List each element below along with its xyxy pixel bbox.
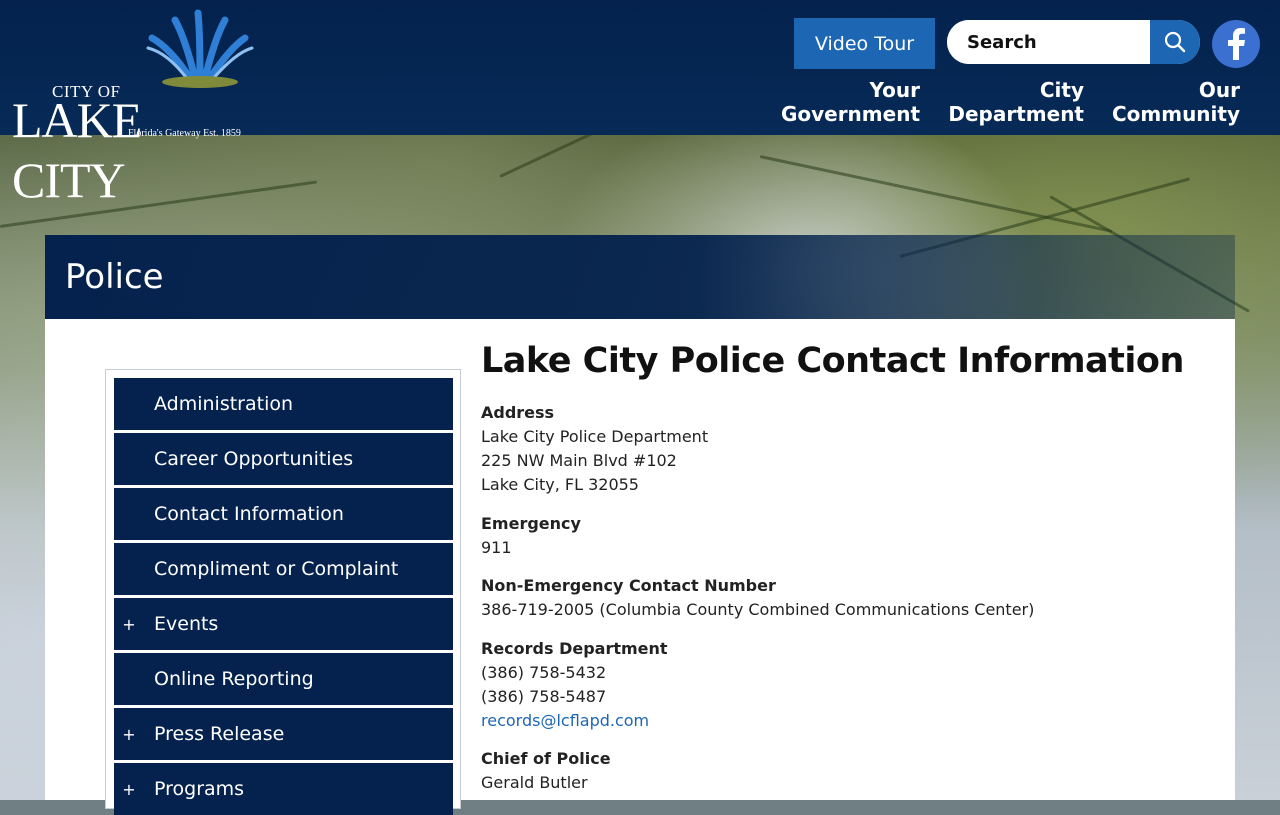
content-panel: Administration Career Opportunities Cont… [45,319,1235,815]
plus-icon[interactable]: + [122,615,136,634]
sidenav-item-label: Compliment or Complaint [154,558,399,580]
nav-label-line2: Government [780,102,920,126]
section-sidenav: Administration Career Opportunities Cont… [105,369,461,815]
records-label: Records Department [481,639,668,658]
sidenav-item-programs[interactable]: + Programs [114,763,453,815]
records-phone: (386) 758-5432 [481,663,607,682]
logo-tagline: Florida's Gateway Est. 1859 [128,128,241,139]
non-emergency-label: Non-Emergency Contact Number [481,576,776,595]
chief-label: Chief of Police [481,749,611,768]
sidenav-item-label: Career Opportunities [154,448,354,470]
content-heading: Lake City Police Contact Information [481,341,1184,381]
nav-label-line1: Your [869,78,921,102]
chief-block: Chief of Police Gerald Butler [481,747,611,795]
non-emergency-value: 386-719-2005 (Columbia County Combined C… [481,600,1035,619]
chief-name: Gerald Butler [481,773,588,792]
records-block: Records Department (386) 758-5432 (386) … [481,637,668,733]
sidenav-item-label: Press Release [154,723,285,745]
logo-name: LAKE CITY [12,92,142,208]
sidenav-item-events[interactable]: + Events [114,598,453,650]
emergency-label: Emergency [481,514,581,533]
sidenav-item-label: Contact Information [154,503,344,525]
plus-icon[interactable]: + [122,725,136,744]
nav-label-line1: Our [1198,78,1240,102]
sidenav-item-label: Administration [154,393,294,415]
sidenav-item-compliment-or-complaint[interactable]: Compliment or Complaint [114,543,453,595]
emergency-value: 911 [481,538,512,557]
search-input[interactable] [947,20,1150,64]
city-logo[interactable]: CITY OF LAKE CITY Florida's Gateway Est.… [10,8,254,208]
sidenav-item-career-opportunities[interactable]: Career Opportunities [114,433,453,485]
plus-icon[interactable]: + [122,780,136,799]
nav-label-line1: City [1039,78,1084,102]
address-line: Lake City, FL 32055 [481,475,639,494]
page-title-bar: Police [45,235,1235,319]
nav-label-line2: Department [948,102,1084,126]
emergency-block: Emergency 911 [481,512,581,560]
search-button[interactable] [1150,20,1200,64]
sidenav-item-label: Programs [154,778,245,800]
non-emergency-block: Non-Emergency Contact Number 386-719-200… [481,574,1034,622]
search-box [947,20,1200,64]
address-line: 225 NW Main Blvd #102 [481,451,677,470]
sidenav-item-administration[interactable]: Administration [114,378,453,430]
records-email-link[interactable]: records@lcflapd.com [481,711,649,730]
address-label: Address [481,403,555,422]
search-icon [1164,31,1186,53]
nav-your-government[interactable]: Your Government [770,78,920,126]
facebook-link[interactable] [1212,20,1260,68]
video-tour-button[interactable]: Video Tour [794,18,935,69]
nav-label-line2: Community [1111,102,1240,126]
fountain-icon [146,9,254,88]
page-title: Police [65,257,164,297]
site-header: CITY OF LAKE CITY Florida's Gateway Est.… [0,0,1280,208]
records-phone: (386) 758-5487 [481,687,607,706]
sidenav-item-press-release[interactable]: + Press Release [114,708,453,760]
sidenav-item-label: Online Reporting [154,668,314,690]
sidenav-item-online-reporting[interactable]: Online Reporting [114,653,453,705]
address-line: Lake City Police Department [481,427,709,446]
facebook-icon [1228,28,1245,60]
sidenav-item-contact-information[interactable]: Contact Information [114,488,453,540]
address-block: Address Lake City Police Department 225 … [481,401,708,497]
nav-our-community[interactable]: Our Community [1090,78,1240,126]
sidenav-item-label: Events [154,613,219,635]
nav-city-department[interactable]: City Department [934,78,1084,126]
